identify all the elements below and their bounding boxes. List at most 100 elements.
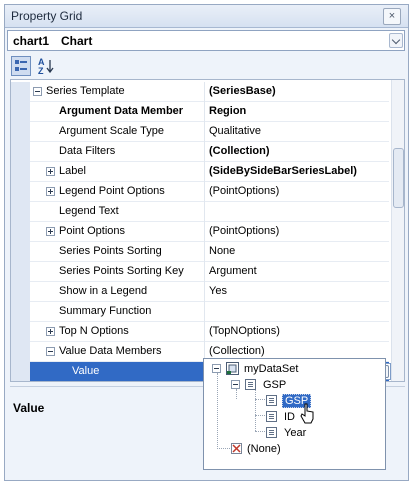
column-divider[interactable] <box>204 82 205 102</box>
expand-icon[interactable] <box>46 167 55 176</box>
object-selector-combo[interactable]: chart1 Chart <box>7 30 405 51</box>
property-name: Label <box>59 165 86 177</box>
field-icon <box>266 411 277 422</box>
row-gutter <box>11 322 30 342</box>
property-value[interactable]: (Collection) <box>209 345 265 357</box>
property-row[interactable]: Top N Options (TopNOptions) <box>11 322 389 342</box>
property-grid: Series Template (SeriesBase) Argument Data… <box>10 79 405 382</box>
sort-alphabetical-icon: A Z <box>38 57 54 76</box>
row-gutter <box>11 182 30 202</box>
collapse-icon[interactable] <box>212 364 221 373</box>
column-divider[interactable] <box>204 142 205 162</box>
object-selector-dropdown-button[interactable] <box>389 33 403 48</box>
property-name: Argument Scale Type <box>59 125 164 137</box>
close-button[interactable]: × <box>383 8 401 25</box>
property-row[interactable]: Legend Point Options (PointOptions) <box>11 182 389 202</box>
tree-line <box>255 415 265 416</box>
property-row[interactable]: Label (SideBySideBarSeriesLabel) <box>11 162 389 182</box>
categorized-icon <box>15 60 27 71</box>
property-name: Value <box>72 365 100 377</box>
row-gutter <box>11 142 30 162</box>
property-name: Point Options <box>59 225 126 237</box>
tree-node-label: ID <box>284 411 295 423</box>
row-gutter <box>11 262 30 282</box>
scrollbar-thumb[interactable] <box>393 148 404 208</box>
property-row[interactable]: Legend Text <box>11 202 389 222</box>
property-row[interactable]: Summary Function <box>11 302 389 322</box>
dataset-icon <box>226 362 239 375</box>
column-divider[interactable] <box>204 162 205 182</box>
tree-line <box>217 373 218 449</box>
column-divider[interactable] <box>204 122 205 142</box>
field-icon <box>266 427 277 438</box>
property-value[interactable]: Argument <box>209 265 257 277</box>
row-gutter <box>11 342 30 362</box>
property-row[interactable]: Series Points Sorting Key Argument <box>11 262 389 282</box>
vertical-scrollbar[interactable] <box>391 80 404 381</box>
column-divider[interactable] <box>204 182 205 202</box>
column-divider[interactable] <box>204 222 205 242</box>
property-value[interactable]: Yes <box>209 285 227 297</box>
property-name: Argument Data Member <box>59 105 184 117</box>
tree-line <box>255 431 265 432</box>
description-title: Value <box>13 401 45 415</box>
property-name: Summary Function <box>59 305 152 317</box>
property-name: Legend Point Options <box>59 185 165 197</box>
tree-node-label: GSP <box>263 379 287 391</box>
column-divider[interactable] <box>204 262 205 282</box>
row-gutter <box>11 102 30 122</box>
column-divider[interactable] <box>204 242 205 262</box>
column-divider[interactable] <box>204 302 205 322</box>
property-name: Data Filters <box>59 145 116 157</box>
row-gutter <box>11 282 30 302</box>
tree-line <box>217 448 230 449</box>
property-value[interactable]: (PointOptions) <box>209 225 279 237</box>
property-row[interactable]: Argument Data Member Region <box>11 102 389 122</box>
tree-node-label: (None) <box>247 443 281 455</box>
property-value[interactable]: Qualitative <box>209 125 261 137</box>
property-value[interactable]: (SeriesBase) <box>209 85 276 97</box>
collapse-icon[interactable] <box>33 87 42 96</box>
column-divider[interactable] <box>204 322 205 342</box>
row-gutter <box>11 122 30 142</box>
column-divider[interactable] <box>204 282 205 302</box>
data-member-dropdown: myDataSet GSP GSP ID Year (None) <box>203 358 386 470</box>
row-gutter <box>11 242 30 262</box>
window-title: Property Grid <box>11 9 83 23</box>
field-icon <box>266 395 277 406</box>
tree-line <box>255 389 256 431</box>
collapse-icon[interactable] <box>231 380 240 389</box>
property-value[interactable]: (SideBySideBarSeriesLabel) <box>209 165 357 177</box>
mouse-cursor-icon <box>300 403 314 424</box>
row-gutter <box>11 222 30 242</box>
property-value[interactable]: (TopNOptions) <box>209 325 280 337</box>
property-value[interactable]: (Collection) <box>209 145 270 157</box>
tree-node-label: Year <box>284 427 307 439</box>
categorized-button[interactable] <box>11 56 31 76</box>
alphabetical-button[interactable]: A Z <box>36 56 56 76</box>
property-name: Series Points Sorting Key <box>59 265 184 277</box>
property-value[interactable]: None <box>209 245 235 257</box>
row-gutter <box>11 302 30 322</box>
expand-icon[interactable] <box>46 187 55 196</box>
row-gutter <box>11 162 30 182</box>
property-row[interactable]: Argument Scale Type Qualitative <box>11 122 389 142</box>
property-name: Legend Text <box>59 205 119 217</box>
expand-icon[interactable] <box>46 327 55 336</box>
row-gutter <box>11 82 30 102</box>
property-value[interactable]: Region <box>209 105 246 117</box>
row-gutter <box>11 362 30 381</box>
property-row[interactable]: Series Points Sorting None <box>11 242 389 262</box>
collapse-icon[interactable] <box>46 347 55 356</box>
column-divider[interactable] <box>204 202 205 222</box>
property-name: Value Data Members <box>59 345 162 357</box>
property-row[interactable]: Data Filters (Collection) <box>11 142 389 162</box>
property-row[interactable]: Series Template (SeriesBase) <box>11 82 389 102</box>
property-row[interactable]: Point Options (PointOptions) <box>11 222 389 242</box>
object-type: Chart <box>61 34 93 48</box>
expand-icon[interactable] <box>46 227 55 236</box>
property-row[interactable]: Show in a Legend Yes <box>11 282 389 302</box>
property-value[interactable]: (PointOptions) <box>209 185 279 197</box>
column-divider[interactable] <box>204 102 205 122</box>
object-name: chart1 <box>13 34 50 48</box>
